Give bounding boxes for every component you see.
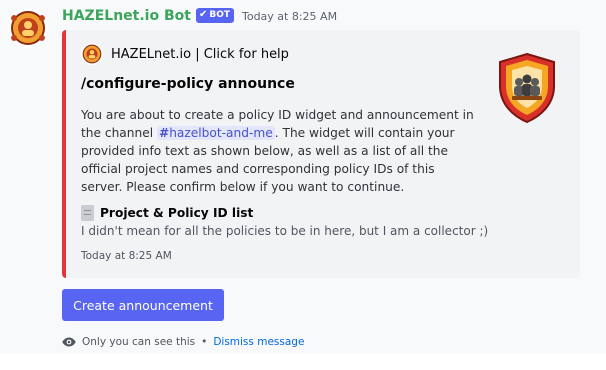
shield-crest-icon (496, 52, 558, 124)
hazelnet-logo-icon (81, 43, 103, 65)
bot-tag: ✔ BOT (195, 7, 234, 23)
embed-description: You are about to create a policy ID widg… (81, 106, 476, 196)
embed-field-label: Project & Policy ID list (100, 206, 254, 220)
channel-hash-icon: # (158, 126, 170, 140)
embed: HAZELnet.io | Click for help /configure-… (62, 30, 580, 278)
embed-field-name: Project & Policy ID list (81, 204, 253, 222)
create-announcement-button[interactable]: Create announcement (62, 289, 224, 321)
username[interactable]: HAZELnet.io Bot (62, 8, 191, 24)
bot-tag-label: BOT (209, 9, 230, 20)
ephemeral-text: Only you can see this (82, 336, 196, 348)
message-header: HAZELnet.io Bot ✔ BOT Today at 8:25 AM (62, 5, 337, 27)
dismiss-message-link[interactable]: Dismiss message (213, 336, 304, 348)
embed-field-value: I didn't mean for all the policies to be… (81, 224, 489, 238)
document-icon (81, 205, 94, 221)
hazelnet-logo-icon[interactable] (8, 8, 48, 48)
embed-author-name: HAZELnet.io | Click for help (111, 46, 289, 62)
embed-author[interactable]: HAZELnet.io | Click for help (81, 43, 289, 65)
channel-mention[interactable]: #hazelbot-and-me (156, 126, 275, 140)
ephemeral-notice: Only you can see this • Dismiss message (62, 334, 304, 350)
ephemeral-separator: • (201, 336, 208, 348)
channel-mention-label: hazelbot-and-me (169, 126, 273, 140)
embed-footer-timestamp: Today at 8:25 AM (81, 250, 172, 262)
checkmark-icon: ✔ (198, 9, 208, 20)
eye-icon (62, 337, 76, 347)
message-timestamp: Today at 8:25 AM (241, 9, 338, 23)
embed-title: /configure-policy announce (81, 76, 295, 92)
